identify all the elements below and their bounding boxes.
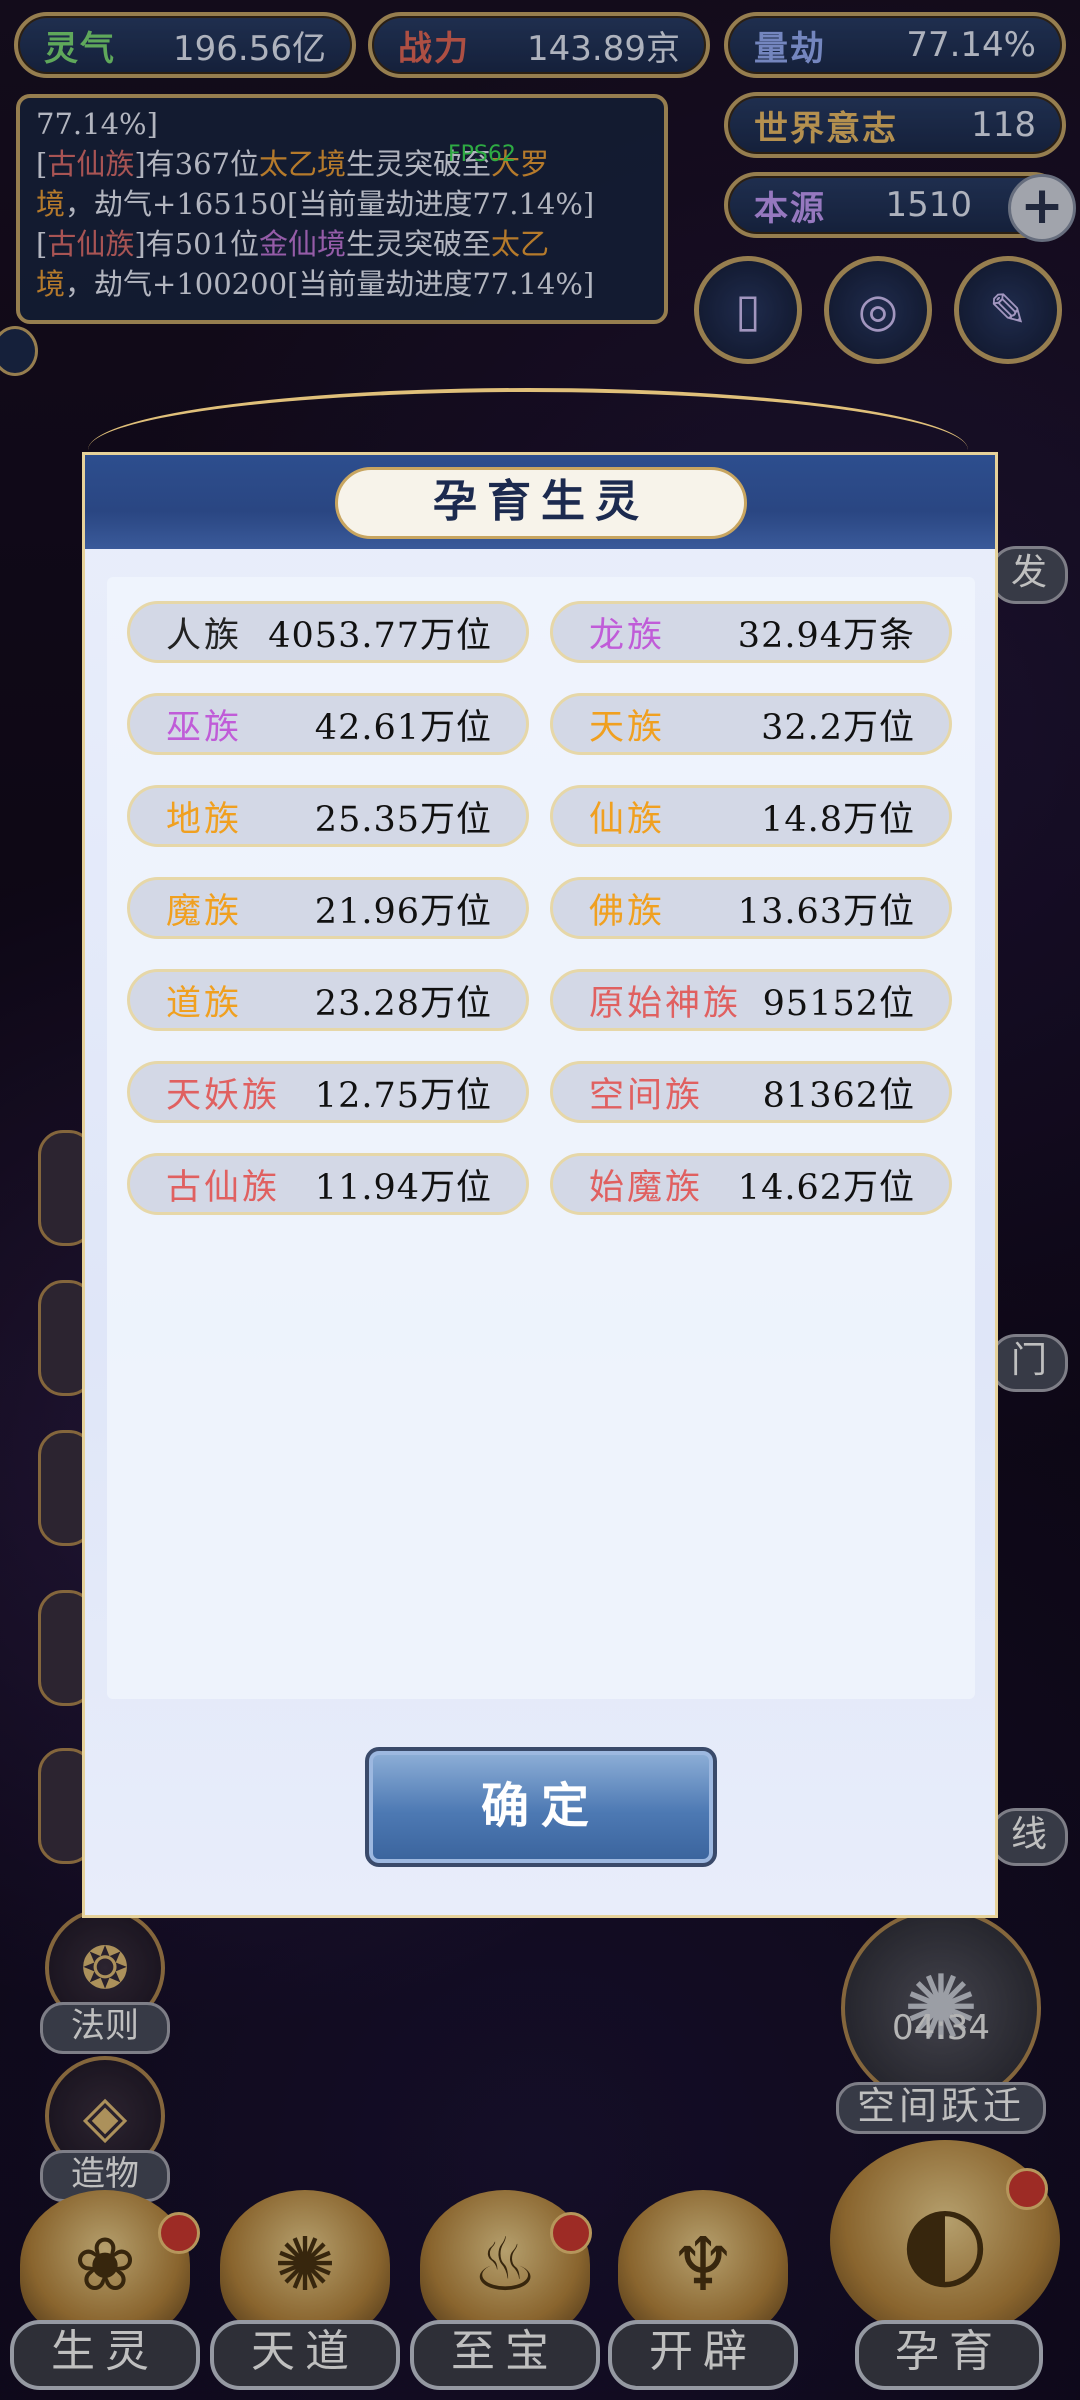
dialog-title: 孕育生灵 [335, 467, 747, 539]
race-list-panel: 人族 4053.77万位 龙族 32.94万条 巫族 42.61万位 天族 32… [107, 577, 975, 1699]
nurture-creatures-dialog: 孕育生灵 人族 4053.77万位 龙族 32.94万条 巫族 42.61万位 … [82, 452, 998, 1918]
race-item: 始魔族 14.62万位 [550, 1153, 952, 1215]
race-name: 原始神族 [589, 983, 742, 1024]
race-name: 仙族 [589, 799, 666, 840]
race-item: 龙族 32.94万条 [550, 601, 952, 663]
race-name: 人族 [166, 615, 243, 656]
race-count: 95152位 [762, 983, 915, 1024]
race-count: 23.28万位 [314, 983, 492, 1024]
race-item: 人族 4053.77万位 [127, 601, 529, 663]
race-item: 仙族 14.8万位 [550, 785, 952, 847]
race-name: 天族 [589, 707, 666, 748]
race-name: 道族 [166, 983, 243, 1024]
race-item: 古仙族 11.94万位 [127, 1153, 529, 1215]
race-item: 巫族 42.61万位 [127, 693, 529, 755]
race-name: 佛族 [589, 891, 666, 932]
race-name: 龙族 [589, 615, 666, 656]
confirm-button[interactable]: 确定 [365, 1747, 717, 1867]
race-item: 天族 32.2万位 [550, 693, 952, 755]
race-count: 12.75万位 [314, 1075, 492, 1116]
race-name: 天妖族 [166, 1075, 281, 1116]
race-count: 11.94万位 [314, 1167, 492, 1208]
race-count: 32.94万条 [737, 615, 915, 656]
race-name: 古仙族 [166, 1167, 281, 1208]
race-count: 21.96万位 [314, 891, 492, 932]
race-name: 地族 [166, 799, 243, 840]
race-item: 原始神族 95152位 [550, 969, 952, 1031]
race-name: 巫族 [166, 707, 243, 748]
race-name: 始魔族 [589, 1167, 704, 1208]
race-count: 14.62万位 [737, 1167, 915, 1208]
race-item: 道族 23.28万位 [127, 969, 529, 1031]
race-count: 32.2万位 [761, 707, 915, 748]
race-item: 魔族 21.96万位 [127, 877, 529, 939]
race-item: 空间族 81362位 [550, 1061, 952, 1123]
race-count: 14.8万位 [761, 799, 915, 840]
race-count: 25.35万位 [314, 799, 492, 840]
race-count: 42.61万位 [314, 707, 492, 748]
race-count: 13.63万位 [737, 891, 915, 932]
race-name: 空间族 [589, 1075, 704, 1116]
race-item: 天妖族 12.75万位 [127, 1061, 529, 1123]
race-count: 4053.77万位 [268, 615, 492, 656]
race-item: 佛族 13.63万位 [550, 877, 952, 939]
race-item: 地族 25.35万位 [127, 785, 529, 847]
race-count: 81362位 [762, 1075, 915, 1116]
race-name: 魔族 [166, 891, 243, 932]
